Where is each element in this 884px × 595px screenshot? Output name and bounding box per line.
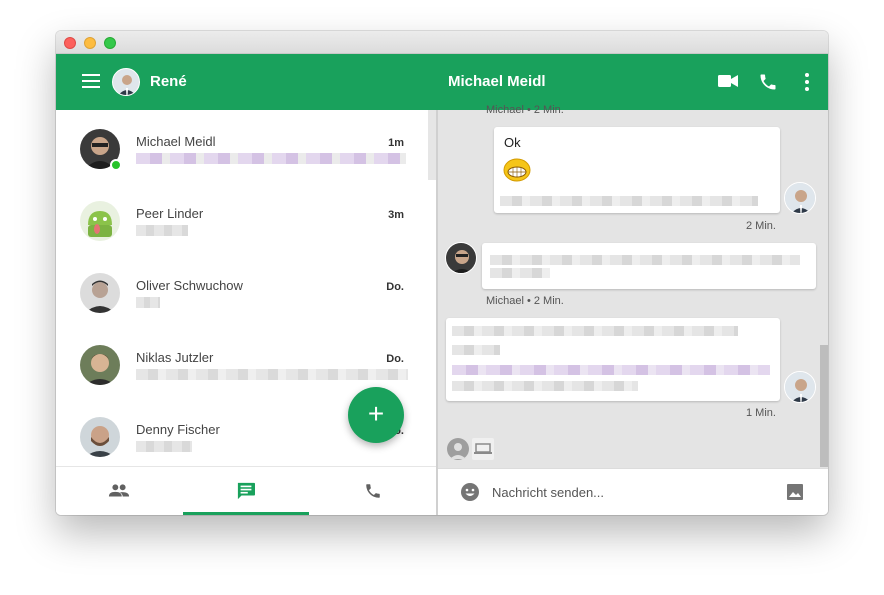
message-text: Ok	[504, 135, 521, 150]
user-avatar[interactable]	[112, 68, 140, 96]
chat-icon	[237, 482, 255, 500]
read-receipt-avatars	[447, 438, 494, 460]
chat-panel: Michael • 2 Min. Ok 2 Min. Michael • 2 M…	[438, 104, 828, 515]
tab-chats[interactable]	[183, 467, 309, 515]
redacted-text	[452, 381, 638, 391]
message-meta: 1 Min.	[746, 407, 776, 419]
message-composer	[438, 468, 828, 515]
people-icon	[108, 484, 130, 497]
sender-avatar	[445, 242, 477, 274]
tab-contacts[interactable]	[56, 467, 182, 515]
redacted-text	[490, 268, 550, 278]
zoom-window-button[interactable]	[104, 37, 116, 49]
message-preview	[136, 441, 192, 452]
close-window-button[interactable]	[64, 37, 76, 49]
message-meta: Michael • 2 Min.	[486, 295, 564, 307]
avatar	[80, 417, 120, 457]
redacted-link	[452, 365, 770, 375]
contact-name: Michael Meidl	[136, 134, 216, 149]
redacted-text	[490, 255, 800, 265]
conversation-list-scrollbar[interactable]	[428, 110, 436, 180]
sender-avatar	[784, 182, 816, 214]
more-options-icon[interactable]	[804, 73, 810, 91]
contact-name: Oliver Schwuchow	[136, 278, 243, 293]
message-preview	[136, 297, 160, 308]
minimize-window-button[interactable]	[84, 37, 96, 49]
titlebar	[56, 31, 828, 54]
contact-name: Peer Linder	[136, 206, 204, 221]
tab-calls[interactable]	[310, 467, 436, 515]
emoji-icon[interactable]	[460, 482, 480, 502]
app-bar: René Michael Meidl	[56, 54, 828, 110]
message-preview	[136, 369, 408, 380]
message-bubble[interactable]: Ok	[494, 127, 780, 213]
contact-time: Do.	[386, 281, 404, 293]
conversation-item[interactable]: Oliver Schwuchow Do.	[56, 254, 428, 326]
menu-icon[interactable]	[82, 74, 100, 88]
conversation-list-panel: Michael Meidl 1m Peer Linder 3m Oliver S…	[56, 110, 436, 515]
user-name: René	[150, 73, 187, 90]
grinning-emoji-icon	[503, 158, 531, 182]
chat-scrollbar[interactable]	[820, 345, 828, 467]
chat-title: Michael Meidl	[448, 73, 546, 90]
contact-name: Niklas Jutzler	[136, 350, 214, 365]
image-icon[interactable]	[786, 483, 804, 501]
contact-time: 3m	[388, 209, 404, 221]
contact-name: Denny Fischer	[136, 422, 220, 437]
avatar	[80, 201, 120, 241]
conversation-item[interactable]: Michael Meidl 1m	[56, 110, 428, 182]
message-input[interactable]	[492, 479, 772, 505]
redacted-text	[452, 326, 738, 336]
online-status-dot	[110, 159, 122, 171]
phone-icon	[366, 484, 380, 498]
message-meta: 2 Min.	[746, 220, 776, 232]
video-call-icon[interactable]	[718, 74, 738, 88]
message-preview	[136, 153, 406, 164]
contact-time: Do.	[386, 353, 404, 365]
read-receipts	[446, 437, 498, 461]
message-bubble[interactable]	[482, 243, 816, 289]
redacted-text	[452, 345, 500, 355]
avatar	[80, 273, 120, 313]
message-meta: Michael • 2 Min.	[486, 104, 564, 116]
app-window: René Michael Meidl Michael Meidl 1m Peer…	[56, 31, 828, 515]
avatar	[80, 345, 120, 385]
conversation-item[interactable]: Peer Linder 3m	[56, 182, 428, 254]
phone-icon[interactable]	[758, 72, 778, 92]
bottom-navigation	[56, 466, 436, 515]
new-conversation-button[interactable]: +	[348, 387, 404, 443]
message-bubble[interactable]	[446, 318, 780, 401]
redacted-text	[500, 196, 758, 206]
sender-avatar	[784, 371, 816, 403]
contact-time: 1m	[388, 137, 404, 149]
message-preview	[136, 225, 188, 236]
